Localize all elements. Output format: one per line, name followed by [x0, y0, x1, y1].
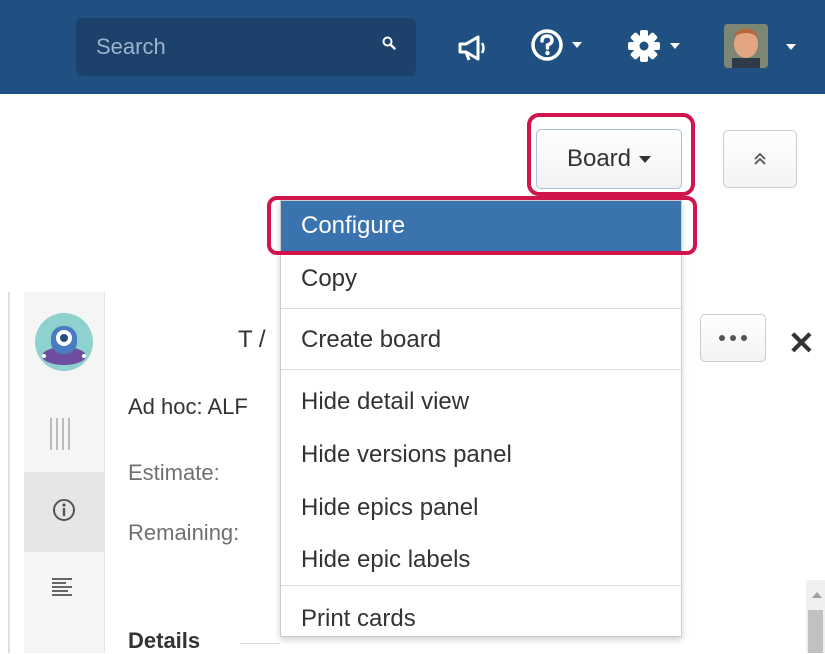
menu-item-create-board[interactable]: Create board [281, 315, 681, 365]
menu-item-print-cards[interactable]: Print cards [281, 594, 681, 644]
info-icon[interactable] [52, 498, 76, 522]
description-icon[interactable] [52, 577, 74, 599]
menu-item-hide-detail-view[interactable]: Hide detail view [281, 377, 681, 427]
scrollbar-thumb[interactable] [808, 610, 823, 653]
estimate-label: Estimate: [128, 460, 220, 485]
search-placeholder: Search [96, 34, 166, 59]
collapse-button[interactable] [723, 130, 797, 188]
board-button-highlight [527, 113, 695, 196]
megaphone-icon[interactable] [456, 32, 490, 62]
issue-key[interactable]: T / [238, 326, 266, 354]
board-dropdown-menu: Configure Copy Create board Hide detail … [280, 200, 682, 637]
details-heading: Details [128, 628, 201, 653]
close-icon[interactable]: ✕ [788, 324, 815, 362]
top-navigation-bar: Search [0, 0, 825, 94]
columns-icon[interactable] [48, 418, 72, 450]
menu-divider [281, 585, 681, 586]
menu-item-hide-versions-panel[interactable]: Hide versions panel [281, 430, 681, 480]
menu-item-hide-epic-labels[interactable]: Hide epic labels [281, 535, 681, 585]
panel-divider [8, 292, 10, 653]
help-icon [531, 29, 563, 61]
chevron-down-icon [572, 42, 583, 48]
help-menu[interactable] [530, 28, 583, 62]
menu-item-hide-epics-panel[interactable]: Hide epics panel [281, 483, 681, 533]
avatar[interactable] [724, 24, 768, 68]
menu-divider [281, 369, 681, 370]
menu-item-copy[interactable]: Copy [281, 254, 681, 304]
remaining-label: Remaining: [128, 520, 240, 545]
gear-icon [628, 30, 660, 62]
configure-highlight [267, 196, 697, 255]
user-photo [724, 24, 768, 68]
menu-divider [281, 308, 681, 309]
search-input[interactable]: Search [76, 18, 416, 76]
project-avatar-icon [35, 313, 93, 371]
more-actions-button[interactable] [700, 314, 766, 362]
more-icon [719, 335, 725, 341]
double-chevron-up-icon [754, 152, 766, 165]
settings-menu[interactable] [626, 28, 681, 64]
chevron-down-icon [670, 43, 681, 49]
chevron-down-icon[interactable] [786, 44, 796, 50]
sprint-name: Ad hoc: ALF [128, 394, 248, 419]
search-icon[interactable] [382, 36, 396, 50]
scroll-up-arrow-icon[interactable] [812, 592, 822, 598]
details-divider [240, 643, 280, 644]
